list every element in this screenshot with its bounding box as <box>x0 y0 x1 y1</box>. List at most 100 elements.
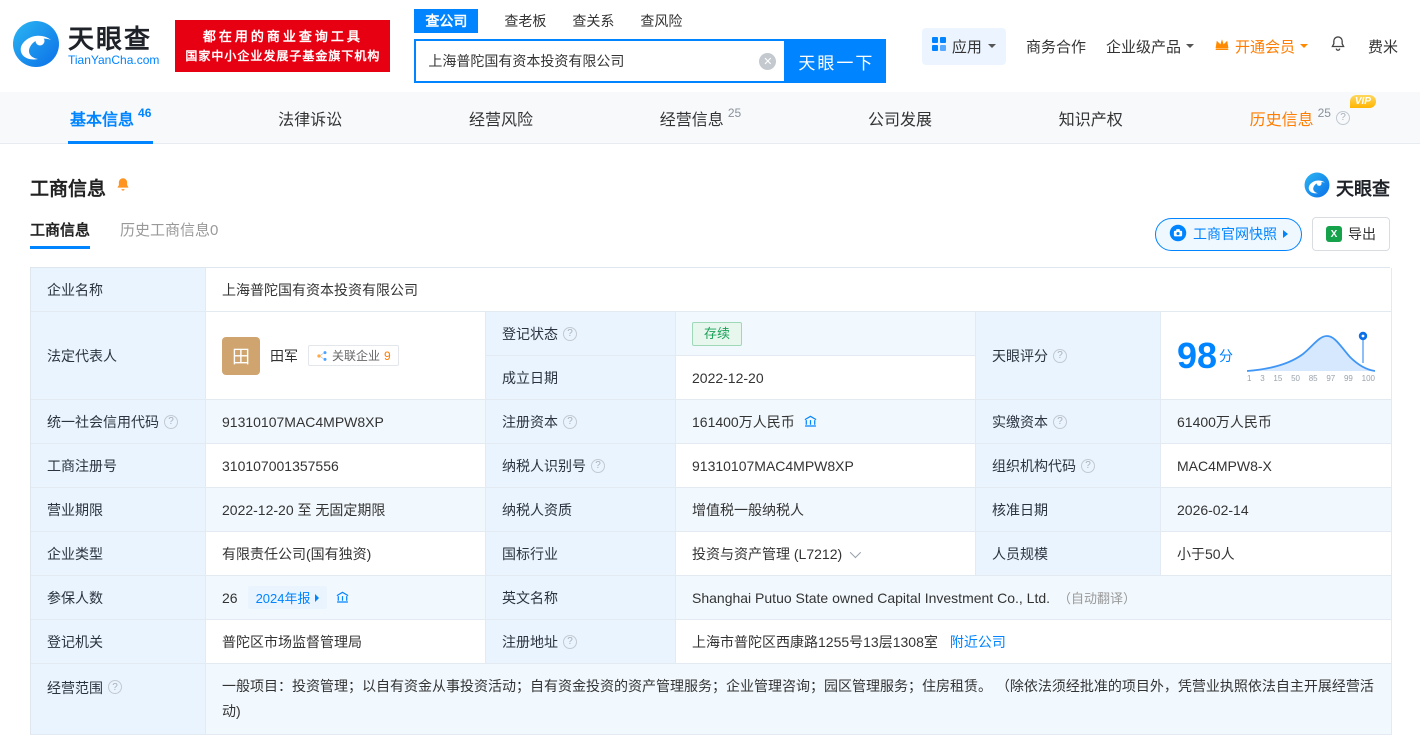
slogan-line2: 国家中小企业发展子基金旗下机构 <box>185 48 381 63</box>
tab-operation-info[interactable]: 经营信息 25 <box>646 92 755 143</box>
help-icon[interactable] <box>1053 414 1067 429</box>
slogan-line1: 都在用的商业查询工具 <box>202 28 363 44</box>
help-icon[interactable] <box>1335 110 1350 125</box>
score-number: 98 <box>1177 334 1218 376</box>
label-establish-date: 成立日期 <box>486 356 676 400</box>
report-label: 2024年报 <box>255 591 311 606</box>
tab-legal-litigation[interactable]: 法律诉讼 <box>264 92 356 143</box>
label-text: 纳税人识别号 <box>502 457 586 474</box>
user-menu[interactable]: 费米 <box>1368 36 1398 57</box>
legal-rep-name[interactable]: 田军 <box>270 346 298 366</box>
search-tab-relation[interactable]: 查关系 <box>572 9 614 33</box>
label-text: 登记状态 <box>502 325 558 342</box>
related-companies-badge[interactable]: 关联企业 9 <box>308 345 399 366</box>
tab-count: 46 <box>138 105 152 120</box>
help-icon[interactable] <box>1053 348 1067 363</box>
value-text: 161400万人民币 <box>692 413 795 430</box>
export-button[interactable]: X 导出 <box>1312 217 1390 251</box>
tab-label: 经营信息 <box>659 111 724 129</box>
label-taxpayer-id: 纳税人识别号 <box>486 444 676 488</box>
value-tianyan-score[interactable]: 98 分 1 3 15 50 85 97 99 100 <box>1161 312 1393 400</box>
label-credit-code: 统一社会信用代码 <box>31 400 206 444</box>
tab-count: 25 <box>727 105 742 120</box>
value-registered-capital: 161400万人民币 <box>676 400 976 444</box>
label-registered-address: 注册地址 <box>486 620 676 664</box>
company-nav-tabs: 基本信息 46 法律诉讼 经营风险 经营信息 25 公司发展 知识产权 历史信息… <box>0 92 1420 144</box>
value-approval-date: 2026-02-14 <box>1161 488 1393 532</box>
official-snapshot-button[interactable]: 工商官网快照 <box>1155 217 1302 251</box>
notifications-button[interactable] <box>1328 34 1348 58</box>
label-registered-capital: 注册资本 <box>486 400 676 444</box>
tab-company-development[interactable]: 公司发展 <box>854 92 946 143</box>
value-establish-date: 2022-12-20 <box>676 356 976 400</box>
label-paid-capital: 实缴资本 <box>976 400 1161 444</box>
value-registration-authority: 普陀区市场监督管理局 <box>206 620 486 664</box>
help-icon[interactable] <box>164 414 178 429</box>
related-count: 9 <box>384 348 391 363</box>
watermark-text: 天眼查 <box>1336 178 1390 199</box>
subtab-business-info[interactable]: 工商信息 <box>30 219 91 249</box>
help-icon[interactable] <box>563 634 577 649</box>
arrow-right-icon <box>1283 230 1288 238</box>
tab-intellectual-property[interactable]: 知识产权 <box>1045 92 1137 143</box>
label-business-term: 营业期限 <box>31 488 206 532</box>
vip-label: 开通会员 <box>1234 38 1295 56</box>
subscribe-bell-icon[interactable] <box>114 176 132 199</box>
business-cooperation-link[interactable]: 商务合作 <box>1026 36 1086 57</box>
business-info-table: 企业名称 上海普陀国有资本投资有限公司 法定代表人 田 田军 关联企业 9 登记… <box>30 267 1393 736</box>
value-registered-address: 上海市普陀区西康路1255号13层1308室 附近公司 <box>676 620 1393 664</box>
crown-icon <box>1214 37 1230 55</box>
grid-icon <box>931 37 946 55</box>
value-paid-capital: 61400万人民币 <box>1161 400 1393 444</box>
label-staff-size: 人员规模 <box>976 532 1161 576</box>
search-input[interactable] <box>416 53 785 69</box>
enterprise-products-menu[interactable]: 企业级产品 <box>1106 36 1194 57</box>
camera-icon <box>1169 224 1187 245</box>
chevron-down-icon <box>987 44 996 52</box>
brand-name: 天眼查 <box>68 24 153 55</box>
apps-menu[interactable]: 应用 <box>921 27 1006 65</box>
label-insured-count: 参保人数 <box>31 576 206 620</box>
help-icon[interactable] <box>563 414 577 429</box>
label-company-type: 企业类型 <box>31 532 206 576</box>
open-vip-menu[interactable]: 开通会员 <box>1214 36 1308 57</box>
label-taxpayer-quality: 纳税人资质 <box>486 488 676 532</box>
value-credit-code: 91310107MAC4MPW8XP <box>206 400 486 444</box>
status-badge: 存续 <box>692 321 743 346</box>
bank-icon[interactable] <box>803 414 818 429</box>
label-text: 统一社会信用代码 <box>47 413 159 430</box>
value-text: 上海市普陀区西康路1255号13层1308室 <box>692 633 938 650</box>
label-registration-authority: 登记机关 <box>31 620 206 664</box>
help-icon[interactable] <box>591 458 605 473</box>
help-icon[interactable] <box>108 680 122 694</box>
search-row: ✕ 天眼一下 <box>414 39 887 83</box>
enterprise-label: 企业级产品 <box>1105 38 1181 56</box>
tab-basic-info[interactable]: 基本信息 46 <box>56 92 165 144</box>
bank-icon[interactable] <box>335 590 350 605</box>
tianyancha-logo[interactable]: 天眼查 TianYanCha.com <box>12 20 159 73</box>
tab-operation-risk[interactable]: 经营风险 <box>455 92 547 143</box>
annual-report-badge[interactable]: 2024年报 <box>247 586 327 609</box>
nearby-companies-link[interactable]: 附近公司 <box>950 632 1006 652</box>
auto-translate-note: （自动翻译） <box>1058 591 1137 606</box>
help-icon[interactable] <box>563 326 577 341</box>
username-label: 费米 <box>1367 38 1398 56</box>
tab-history-info[interactable]: 历史信息 25 VIP <box>1236 92 1376 143</box>
tab-label: 历史信息 <box>1249 111 1314 129</box>
search-block: 查公司 查老板 查关系 查风险 ✕ 天眼一下 <box>414 9 887 83</box>
search-tab-risk[interactable]: 查风险 <box>640 9 682 33</box>
clear-search-icon[interactable]: ✕ <box>759 52 777 70</box>
search-tab-company[interactable]: 查公司 <box>414 9 479 33</box>
legal-rep-avatar[interactable]: 田 <box>222 336 260 375</box>
snapshot-label: 工商官网快照 <box>1193 226 1277 242</box>
arrow-right-icon <box>314 593 319 602</box>
value-taxpayer-quality: 增值税一般纳税人 <box>676 488 976 532</box>
search-tab-boss[interactable]: 查老板 <box>504 9 546 33</box>
chevron-down-icon[interactable] <box>849 546 862 558</box>
subtabs-row: 工商信息 历史工商信息0 工商官网快照 X 导出 <box>30 217 1390 251</box>
help-icon[interactable] <box>1081 458 1095 473</box>
tab-label: 法律诉讼 <box>278 111 343 129</box>
label-tianyan-score: 天眼评分 <box>976 312 1161 400</box>
search-button[interactable]: 天眼一下 <box>786 39 887 83</box>
subtab-history-business-info[interactable]: 历史工商信息0 <box>120 219 218 249</box>
